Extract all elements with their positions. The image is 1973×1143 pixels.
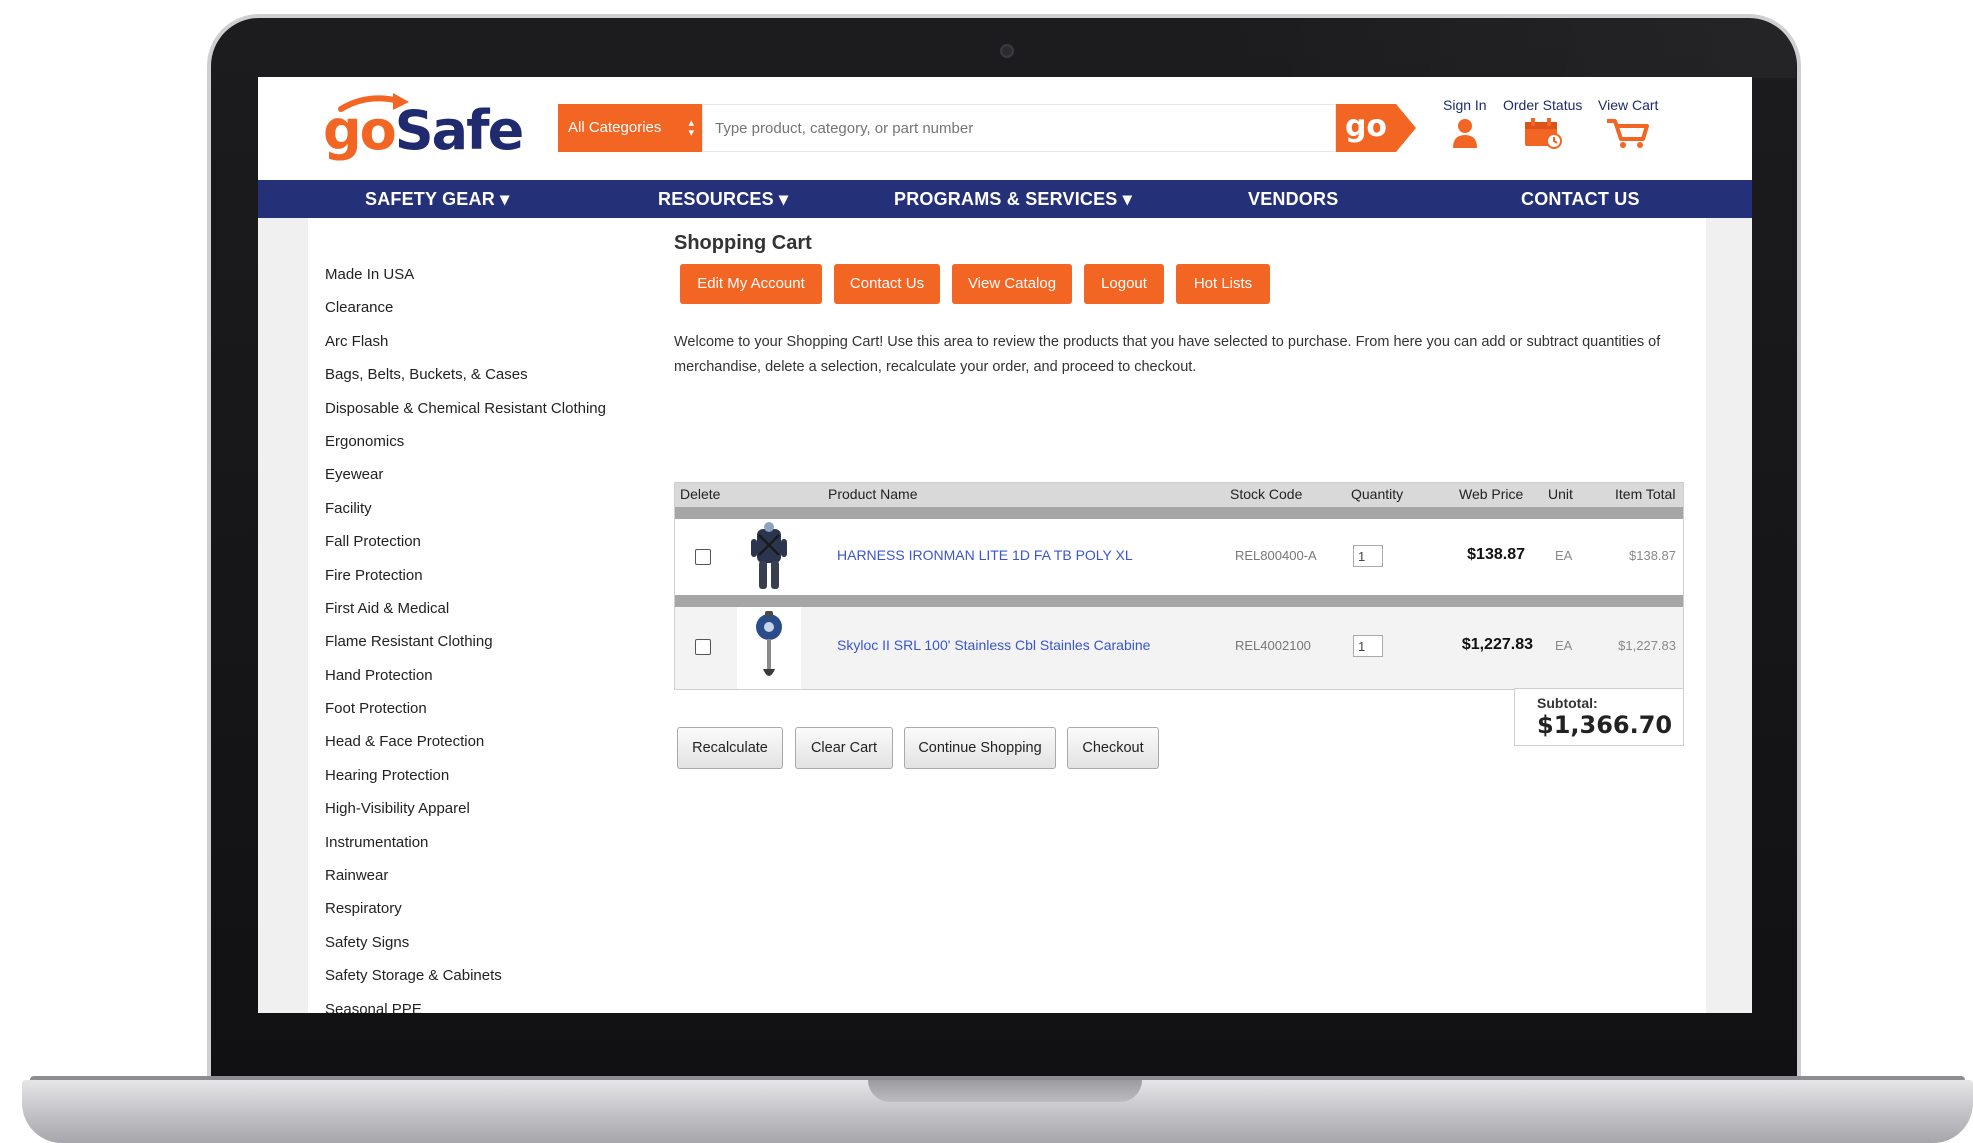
delete-checkbox[interactable] xyxy=(695,639,711,655)
welcome-text: Welcome to your Shopping Cart! Use this … xyxy=(674,334,1661,375)
category-select-label: All Categories xyxy=(568,119,662,136)
sidebar-item-foot-protection[interactable]: Foot Protection xyxy=(325,692,625,725)
stock-code: REL4002100 xyxy=(1235,638,1311,653)
checkout-button[interactable]: Checkout xyxy=(1067,727,1159,769)
col-unit: Unit xyxy=(1548,486,1573,502)
contact-us-button[interactable]: Contact Us xyxy=(834,264,940,304)
search-input[interactable] xyxy=(702,104,1336,152)
sidebar-item-flame-resistant[interactable]: Flame Resistant Clothing xyxy=(325,625,625,658)
sidebar-item-safety-storage[interactable]: Safety Storage & Cabinets xyxy=(325,959,625,992)
go-button-arrow[interactable] xyxy=(1396,104,1416,152)
col-stock-code: Stock Code xyxy=(1230,486,1303,502)
logo-safe-text: Safe xyxy=(394,99,524,162)
nav-programs-services[interactable]: PROGRAMS & SERVICES ▾ xyxy=(894,180,1132,218)
sidebar-item-hand-protection[interactable]: Hand Protection xyxy=(325,659,625,692)
col-delete: Delete xyxy=(680,486,721,502)
row-separator xyxy=(675,595,1683,607)
subtotal-label: Subtotal: xyxy=(1537,695,1598,711)
clear-cart-button[interactable]: Clear Cart xyxy=(795,727,893,769)
sidebar-item-bags-belts[interactable]: Bags, Belts, Buckets, & Cases xyxy=(325,358,625,391)
cart-table-header: Delete Product Name Stock Code Quantity … xyxy=(675,483,1683,507)
sidebar-item-rainwear[interactable]: Rainwear xyxy=(325,859,625,892)
subtotal-value: $1,366.70 xyxy=(1537,711,1673,739)
sidebar-item-clearance[interactable]: Clearance xyxy=(325,291,625,324)
go-button[interactable]: go xyxy=(1336,104,1396,152)
cart-table: Delete Product Name Stock Code Quantity … xyxy=(674,482,1684,690)
sign-in-link[interactable]: Sign In xyxy=(1443,97,1487,149)
category-sidebar: Made In USA Clearance Arc Flash Bags, Be… xyxy=(325,258,625,1013)
order-status-label: Order Status xyxy=(1503,97,1583,113)
product-name-link[interactable]: Skyloc II SRL 100' Stainless Cbl Stainle… xyxy=(837,637,1150,653)
web-price: $138.87 xyxy=(1467,546,1525,563)
site-header: goSafe All Categories ▴▾ go Sign In Orde… xyxy=(258,77,1752,180)
view-cart-label: View Cart xyxy=(1598,97,1659,113)
nav-vendors[interactable]: VENDORS xyxy=(1248,180,1338,218)
sidebar-item-first-aid[interactable]: First Aid & Medical xyxy=(325,592,625,625)
col-item-total: Item Total xyxy=(1615,486,1676,502)
col-quantity: Quantity xyxy=(1351,486,1404,502)
laptop-notch xyxy=(868,1080,1142,1102)
continue-shopping-button[interactable]: Continue Shopping xyxy=(904,727,1056,769)
sidebar-item-safety-signs[interactable]: Safety Signs xyxy=(325,926,625,959)
sidebar-item-head-face[interactable]: Head & Face Protection xyxy=(325,725,625,758)
lid-glare xyxy=(1200,18,1796,78)
sidebar-item-respiratory[interactable]: Respiratory xyxy=(325,892,625,925)
table-row: Skyloc II SRL 100' Stainless Cbl Stainle… xyxy=(675,607,1683,689)
main-nav: SAFETY GEAR ▾ RESOURCES ▾ PROGRAMS & SER… xyxy=(258,180,1752,218)
hot-lists-button[interactable]: Hot Lists xyxy=(1176,264,1270,304)
sidebar-item-instrumentation[interactable]: Instrumentation xyxy=(325,826,625,859)
logo-go-text: go xyxy=(323,99,397,162)
sidebar-item-fire-protection[interactable]: Fire Protection xyxy=(325,559,625,592)
col-web-price: Web Price xyxy=(1459,486,1524,502)
sidebar-item-hearing[interactable]: Hearing Protection xyxy=(325,759,625,792)
row-separator xyxy=(675,507,1683,519)
search-bar: All Categories ▴▾ go xyxy=(558,104,1416,152)
sidebar-item-fall-protection[interactable]: Fall Protection xyxy=(325,525,625,558)
quantity-input[interactable] xyxy=(1353,635,1383,657)
product-name-link[interactable]: HARNESS IRONMAN LITE 1D FA TB POLY XL xyxy=(837,547,1133,563)
unit: EA xyxy=(1555,638,1573,653)
sidebar-item-disposable-clothing[interactable]: Disposable & Chemical Resistant Clothing xyxy=(325,392,625,425)
category-select[interactable]: All Categories ▴ ▾ xyxy=(558,104,702,152)
recalculate-button[interactable]: Recalculate xyxy=(677,727,783,769)
subtotal-box: Subtotal: $1,366.70 xyxy=(1514,688,1684,746)
edit-my-account-button[interactable]: Edit My Account xyxy=(680,264,822,304)
item-total: $1,227.83 xyxy=(1618,638,1676,653)
stock-code: REL800400-A xyxy=(1235,548,1317,563)
harness-icon xyxy=(751,522,787,589)
camera-icon xyxy=(1000,44,1014,58)
user-icon xyxy=(1452,119,1477,148)
sidebar-item-made-in-usa[interactable]: Made In USA xyxy=(325,258,625,291)
quantity-input[interactable] xyxy=(1353,545,1383,567)
view-catalog-button[interactable]: View Catalog xyxy=(952,264,1072,304)
page-title: Shopping Cart xyxy=(674,232,812,254)
sidebar-item-high-visibility[interactable]: High-Visibility Apparel xyxy=(325,792,625,825)
sidebar-item-ergonomics[interactable]: Ergonomics xyxy=(325,425,625,458)
cart-icon xyxy=(1607,119,1650,148)
table-row: HARNESS IRONMAN LITE 1D FA TB POLY XL RE… xyxy=(675,519,1683,595)
delete-checkbox[interactable] xyxy=(695,549,711,565)
item-total: $138.87 xyxy=(1629,548,1676,563)
view-cart-link[interactable]: View Cart xyxy=(1598,97,1658,149)
calendar-clock-icon xyxy=(1524,118,1562,149)
sidebar-item-seasonal-ppe[interactable]: Seasonal PPE xyxy=(325,993,625,1013)
sidebar-item-arc-flash[interactable]: Arc Flash xyxy=(325,325,625,358)
unit: EA xyxy=(1555,548,1573,563)
sign-in-label: Sign In xyxy=(1443,97,1487,113)
laptop-screen: goSafe All Categories ▴▾ go Sign In Orde… xyxy=(258,77,1752,1013)
srl-lifeline-icon xyxy=(756,611,782,676)
sidebar-item-facility[interactable]: Facility xyxy=(325,492,625,525)
logout-button[interactable]: Logout xyxy=(1084,264,1164,304)
col-product-name: Product Name xyxy=(828,486,918,502)
select-arrows-icon: ▴ ▾ xyxy=(688,117,694,139)
sidebar-item-eyewear[interactable]: Eyewear xyxy=(325,458,625,491)
nav-contact-us[interactable]: CONTACT US xyxy=(1521,180,1640,218)
order-status-link[interactable]: Order Status xyxy=(1503,97,1582,149)
nav-safety-gear[interactable]: SAFETY GEAR ▾ xyxy=(365,180,509,218)
gosafe-logo[interactable]: goSafe xyxy=(323,91,524,162)
nav-resources[interactable]: RESOURCES ▾ xyxy=(658,180,788,218)
web-price: $1,227.83 xyxy=(1461,636,1533,653)
